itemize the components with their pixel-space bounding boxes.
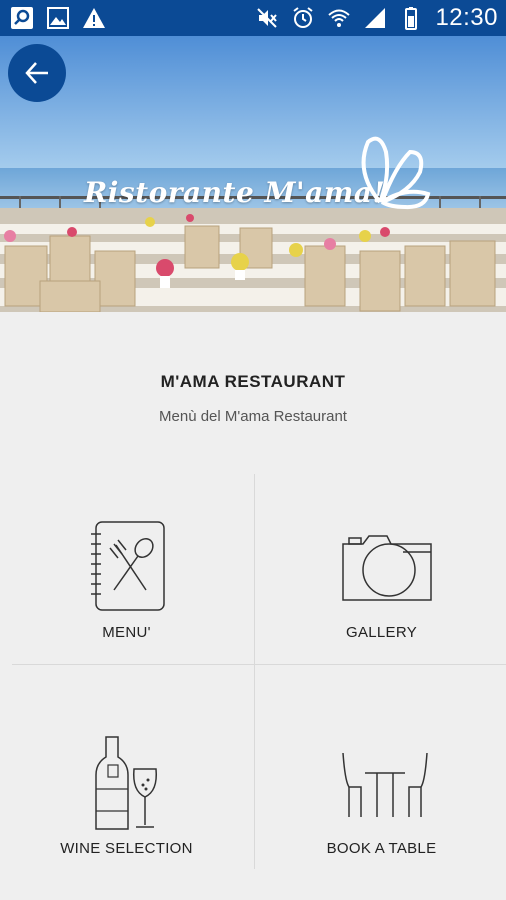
restaurant-subtitle: Menù del M'ama Restaurant	[159, 408, 347, 425]
search-notification-icon	[11, 7, 33, 29]
signal-icon	[365, 8, 386, 28]
warning-icon	[83, 8, 105, 28]
image-notification-icon	[47, 7, 69, 29]
arrow-left-icon	[25, 62, 48, 84]
mute-icon	[257, 8, 278, 28]
back-button[interactable]	[8, 44, 66, 102]
wine-selection-label: WINE SELECTION	[60, 840, 193, 857]
restaurant-title: M'AMA RESTAURANT	[160, 372, 346, 391]
alarm-icon	[293, 7, 314, 28]
wine-selection-button[interactable]: WINE SELECTION	[0, 665, 253, 869]
menu-label: MENU'	[102, 624, 151, 641]
wifi-icon	[328, 9, 351, 27]
menu-button[interactable]: MENU'	[0, 474, 253, 664]
gallery-label: GALLERY	[345, 624, 418, 641]
menu-grid: MENU' GALLERY WINE SELECTION BOOK A TABL…	[0, 474, 506, 869]
clock: 12:30	[435, 4, 498, 31]
hero-title: Ristorante M'ama!	[84, 176, 386, 209]
wine-icon	[95, 736, 158, 830]
book-a-table-label: BOOK A TABLE	[326, 840, 437, 857]
info-section: M'AMA RESTAURANT Menù del M'ama Restaura…	[0, 312, 506, 472]
menu-book-icon	[91, 521, 165, 611]
book-a-table-button[interactable]: BOOK A TABLE	[255, 665, 506, 869]
butterfly-logo-icon	[361, 136, 431, 210]
table-icon	[342, 752, 428, 817]
status-bar: 12:30	[0, 0, 506, 36]
battery-icon	[405, 7, 418, 30]
camera-icon	[342, 535, 432, 601]
gallery-button[interactable]: GALLERY	[255, 474, 506, 664]
hero-banner: Ristorante M'ama!	[0, 36, 506, 312]
